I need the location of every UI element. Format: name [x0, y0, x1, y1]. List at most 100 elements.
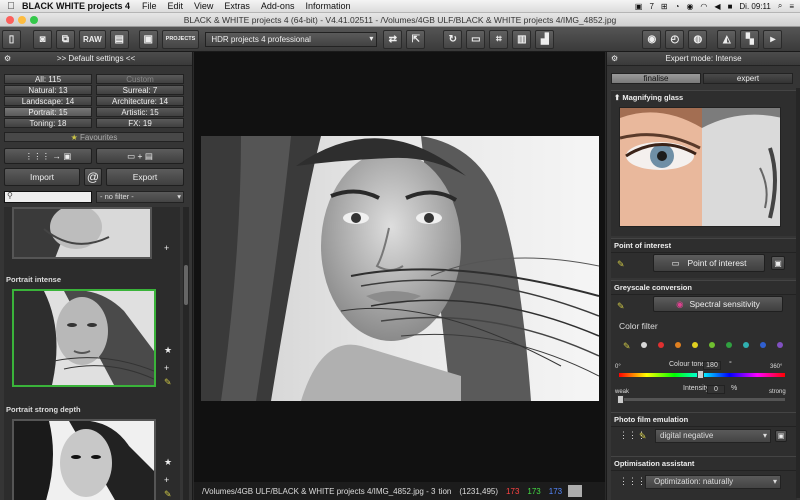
dial-icon[interactable]: ◍ — [688, 29, 708, 49]
preset-thumbnail[interactable] — [12, 207, 152, 259]
raw-button[interactable]: RAW — [79, 29, 106, 49]
color-filter-swatch[interactable] — [743, 342, 749, 348]
category-toning[interactable]: Toning: 18 — [4, 118, 92, 128]
menu-information[interactable]: Information — [305, 1, 350, 11]
copy-icon[interactable]: ⧉ — [56, 29, 75, 49]
crop-icon[interactable]: ⌗ — [489, 29, 509, 49]
tab-expert[interactable]: expert — [703, 73, 793, 84]
projects-button[interactable]: PROJECTS — [161, 29, 200, 49]
apple-icon[interactable]:  — [0, 1, 22, 12]
status-count[interactable]: 7 — [649, 2, 653, 11]
preset-thumbnail-selected[interactable] — [12, 289, 156, 387]
category-surreal[interactable]: Surreal: 7 — [96, 85, 184, 95]
checker-icon[interactable]: ▚ — [740, 29, 760, 49]
histogram-icon[interactable]: ▟ — [535, 29, 555, 49]
status-tray-icon-4[interactable]: ◉ — [686, 2, 693, 11]
plus-icon[interactable]: + — [164, 243, 169, 253]
colour-tone-value[interactable]: 180 — [703, 361, 721, 370]
edit-icon[interactable]: ✎ — [639, 431, 647, 442]
edit-icon[interactable]: ✎ — [617, 259, 625, 270]
export-button[interactable]: Export — [106, 168, 184, 186]
app-menu[interactable]: BLACK WHITE projects 4 — [22, 1, 130, 11]
eye-icon[interactable]: ◉ — [642, 29, 662, 49]
star-icon[interactable]: ★ — [164, 457, 172, 468]
status-tray-icon[interactable]: ▣ — [635, 2, 643, 11]
save-preset-button[interactable]: ⋮⋮⋮ → ▣ — [4, 148, 92, 164]
edit-icon[interactable]: ✎ — [617, 301, 625, 312]
rotate-icon[interactable]: ↻ — [443, 29, 463, 49]
export-arrows-icon[interactable]: ⇄ — [383, 29, 403, 49]
spotlight-icon[interactable]: ⌕ — [778, 1, 782, 11]
film-select[interactable]: digital negative ▾ — [655, 429, 771, 443]
close-window-button[interactable] — [6, 16, 14, 24]
menu-extras[interactable]: Extras — [224, 1, 250, 11]
zoom-window-button[interactable] — [30, 16, 38, 24]
import-button[interactable]: Import — [4, 168, 80, 186]
menu-edit[interactable]: Edit — [168, 1, 184, 11]
arrow-up-icon[interactable]: ⬆ — [614, 93, 620, 102]
color-filter-swatch[interactable] — [777, 342, 783, 348]
email-icon[interactable]: @ — [84, 168, 102, 186]
menu-file[interactable]: File — [142, 1, 157, 11]
preset-scrollbar[interactable] — [183, 207, 189, 500]
history-icon[interactable]: ◴ — [665, 29, 685, 49]
minimize-window-button[interactable] — [18, 16, 26, 24]
status-tray-icon-2[interactable]: ⊞ — [661, 2, 668, 11]
category-natural[interactable]: Natural: 13 — [4, 85, 92, 95]
color-filter-swatch[interactable] — [658, 342, 664, 348]
import-icon[interactable]: ⇱ — [406, 29, 426, 49]
compare-icon[interactable]: ▭ — [466, 29, 486, 49]
wifi-icon[interactable]: ◠ — [700, 2, 707, 11]
hdr-export-select[interactable]: HDR projects 4 professional ▾ — [205, 31, 378, 47]
category-architecture[interactable]: Architecture: 14 — [96, 96, 184, 106]
edit-icon[interactable]: ✎ — [623, 341, 631, 352]
camera-icon[interactable]: ◙ — [33, 29, 52, 49]
color-filter-swatch[interactable] — [760, 342, 766, 348]
edit-icon[interactable]: ✎ — [164, 489, 172, 500]
category-portrait[interactable]: Portrait: 15 — [4, 107, 92, 117]
batch-icon[interactable]: ▤ — [109, 29, 129, 49]
color-filter-swatch[interactable] — [709, 342, 715, 348]
plus-icon[interactable]: + — [164, 363, 169, 373]
film-settings-icon[interactable]: ▣ — [775, 430, 787, 442]
star-icon[interactable]: ★ — [164, 345, 172, 356]
save-icon[interactable]: ▣ — [138, 29, 158, 49]
list-icon[interactable]: ≡ — [789, 2, 794, 11]
poi-settings-icon[interactable]: ▣ — [771, 256, 785, 270]
gear-icon[interactable]: ⚙ — [4, 52, 11, 66]
spectral-sensitivity-button[interactable]: ◉ Spectral sensitivity — [653, 296, 783, 312]
intensity-value[interactable]: 0 — [707, 385, 725, 394]
color-filter-swatch[interactable] — [726, 342, 732, 348]
category-artistic[interactable]: Artistic: 15 — [96, 107, 184, 117]
filter-select[interactable]: - no filter - ▾ — [96, 191, 184, 203]
straighten-icon[interactable]: ▥ — [512, 29, 532, 49]
color-filter-swatch[interactable] — [641, 342, 647, 348]
menu-addons[interactable]: Add-ons — [261, 1, 295, 11]
hue-slider-handle[interactable] — [697, 370, 704, 379]
category-all[interactable]: All: 115 — [4, 74, 92, 84]
intensity-slider[interactable] — [619, 398, 785, 401]
menu-view[interactable]: View — [194, 1, 213, 11]
intensity-slider-handle[interactable] — [617, 395, 624, 404]
preset-thumbnail[interactable] — [12, 419, 156, 500]
plus-icon[interactable]: + — [164, 475, 169, 485]
color-filter-swatch[interactable] — [675, 342, 681, 348]
add-preset-button[interactable]: ▭ + ▤ — [96, 148, 184, 164]
tab-finalise[interactable]: finalise — [611, 73, 701, 84]
opt-grid-icon[interactable]: ⋮⋮⋮ — [619, 476, 646, 487]
scrollbar-thumb[interactable] — [184, 265, 188, 305]
edit-icon[interactable]: ✎ — [164, 377, 172, 388]
search-input[interactable]: ⚲ — [4, 191, 92, 203]
category-landscape[interactable]: Landscape: 14 — [4, 96, 92, 106]
volume-icon[interactable]: ◀ — [714, 2, 720, 11]
color-filter-swatch[interactable] — [692, 342, 698, 348]
favourites-button[interactable]: ★ Favourites — [4, 132, 184, 142]
poi-button[interactable]: ▭ Point of interest — [653, 254, 765, 272]
magnifier-preview[interactable] — [619, 107, 781, 227]
clock[interactable]: Di. 09:11 — [739, 2, 770, 11]
new-file-icon[interactable]: ▯ — [2, 29, 21, 49]
status-tray-icon-3[interactable]: ◔ — [675, 2, 680, 11]
expert-scrollbar[interactable] — [796, 88, 800, 498]
pointer-icon[interactable]: ▸ — [763, 29, 783, 49]
flag-icon[interactable]: ■ — [728, 2, 733, 11]
